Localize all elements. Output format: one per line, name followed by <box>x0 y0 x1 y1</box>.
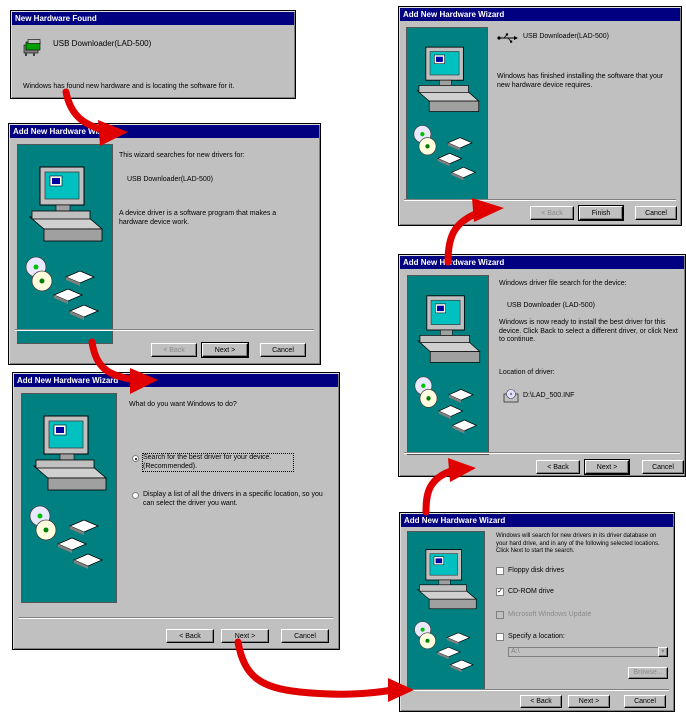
device-name: USB Downloader(LAD-500) <box>127 176 213 183</box>
finished-description: Windows has finished installing the soft… <box>497 73 664 89</box>
title-bar: Add New Hardware Wizard <box>400 8 680 21</box>
specify-location-label[interactable]: Specify a location: <box>508 633 565 642</box>
wizard-computer-icon <box>29 415 107 570</box>
wizard-computer-icon <box>414 549 477 673</box>
search-best-driver-label[interactable]: Search for the best driver for your devi… <box>142 453 294 472</box>
next-button[interactable]: Next > <box>221 629 269 643</box>
cancel-button[interactable]: Cancel <box>260 343 306 357</box>
location-dropdown-button[interactable]: ▼ <box>658 647 668 657</box>
wizard-intro-text: This wizard searches for new drivers for… <box>119 152 245 159</box>
windows-update-label[interactable]: Microsoft Windows Update <box>508 611 591 620</box>
display-list-label[interactable]: Display a list of all the drivers in a s… <box>143 491 328 508</box>
browse-button[interactable]: Browse... <box>628 667 668 679</box>
wizard-illustration <box>407 275 489 455</box>
usb-icon <box>497 33 518 43</box>
title-bar: Add New Hardware Wizard <box>10 125 319 138</box>
wizard-computer-icon <box>25 166 103 321</box>
floppy-label[interactable]: Floppy disk drives <box>508 567 564 576</box>
cd-drive-icon <box>503 389 519 403</box>
wizard-illustration <box>407 531 485 691</box>
cdrom-label[interactable]: CD-ROM drive <box>508 588 554 597</box>
wizard-search-options-dialog: Add New Hardware Wizard What do you want… <box>12 372 340 650</box>
device-name: USB Downloader(LAD-500) <box>53 39 152 48</box>
cancel-button[interactable]: Cancel <box>642 460 684 474</box>
new-hardware-found-dialog: New Hardware Found USB Downloader(LAD-50… <box>10 10 296 99</box>
wizard-ready-install-dialog: Add New Hardware Wizard Windows driver f… <box>398 254 686 477</box>
wizard-illustration <box>17 144 113 344</box>
cancel-button[interactable]: Cancel <box>624 695 666 708</box>
hardware-icon <box>23 39 41 56</box>
back-button[interactable]: < Back <box>520 695 562 708</box>
title-bar: Add New Hardware Wizard <box>400 256 684 269</box>
back-button[interactable]: < Back <box>151 343 197 357</box>
title-bar: Add New Hardware Wizard <box>14 374 338 387</box>
button-separator <box>404 199 676 201</box>
finish-button[interactable]: Finish <box>578 205 624 221</box>
question-text: What do you want Windows to do? <box>129 401 237 408</box>
device-name: USB Downloader(LAD-500) <box>523 33 609 40</box>
next-button[interactable]: Next > <box>568 695 610 708</box>
wizard-illustration <box>406 27 488 201</box>
search-best-driver-radio[interactable] <box>132 455 139 462</box>
wizard-illustration <box>21 393 117 603</box>
back-button[interactable]: < Back <box>530 206 574 220</box>
specify-location-checkbox[interactable] <box>496 633 504 641</box>
search-description: Windows will search for new drivers in i… <box>496 533 660 554</box>
driver-location: D:\LAD_500.INF <box>523 392 575 399</box>
button-separator <box>404 452 680 454</box>
next-button[interactable]: Next > <box>201 342 249 358</box>
wizard-computer-icon <box>414 295 481 434</box>
button-separator <box>15 329 314 331</box>
wizard-computer-icon <box>413 46 480 181</box>
next-button[interactable]: Next > <box>584 459 630 475</box>
device-name: USB Downloader (LAD-500) <box>507 302 595 309</box>
title-bar: New Hardware Found <box>12 12 294 25</box>
back-button[interactable]: < Back <box>536 460 580 474</box>
display-list-radio[interactable] <box>132 492 139 499</box>
location-label: Location of driver: <box>499 369 555 376</box>
found-message: Windows has found new hardware and is lo… <box>23 83 235 90</box>
driver-description: A device driver is a software program th… <box>119 210 277 226</box>
button-separator <box>405 689 669 691</box>
button-separator <box>19 617 333 619</box>
location-input[interactable]: A:\ <box>508 647 668 657</box>
cancel-button[interactable]: Cancel <box>635 206 677 220</box>
title-bar: Add New Hardware Wizard <box>401 514 673 527</box>
wizard-finished-dialog: Add New Hardware Wizard USB Downloader(L… <box>398 6 682 226</box>
back-button[interactable]: < Back <box>166 629 214 643</box>
ready-description: Windows is now ready to install the best… <box>499 319 678 343</box>
search-intro: Windows driver file search for the devic… <box>499 280 627 287</box>
windows-update-checkbox[interactable] <box>496 611 504 619</box>
cdrom-checkbox[interactable]: ✓ <box>496 588 504 596</box>
cancel-button[interactable]: Cancel <box>281 629 329 643</box>
floppy-checkbox[interactable] <box>496 567 504 575</box>
wizard-intro-dialog: Add New Hardware Wizard This wizard sear… <box>8 123 321 365</box>
wizard-search-locations-dialog: Add New Hardware Wizard Windows will sea… <box>399 512 675 712</box>
